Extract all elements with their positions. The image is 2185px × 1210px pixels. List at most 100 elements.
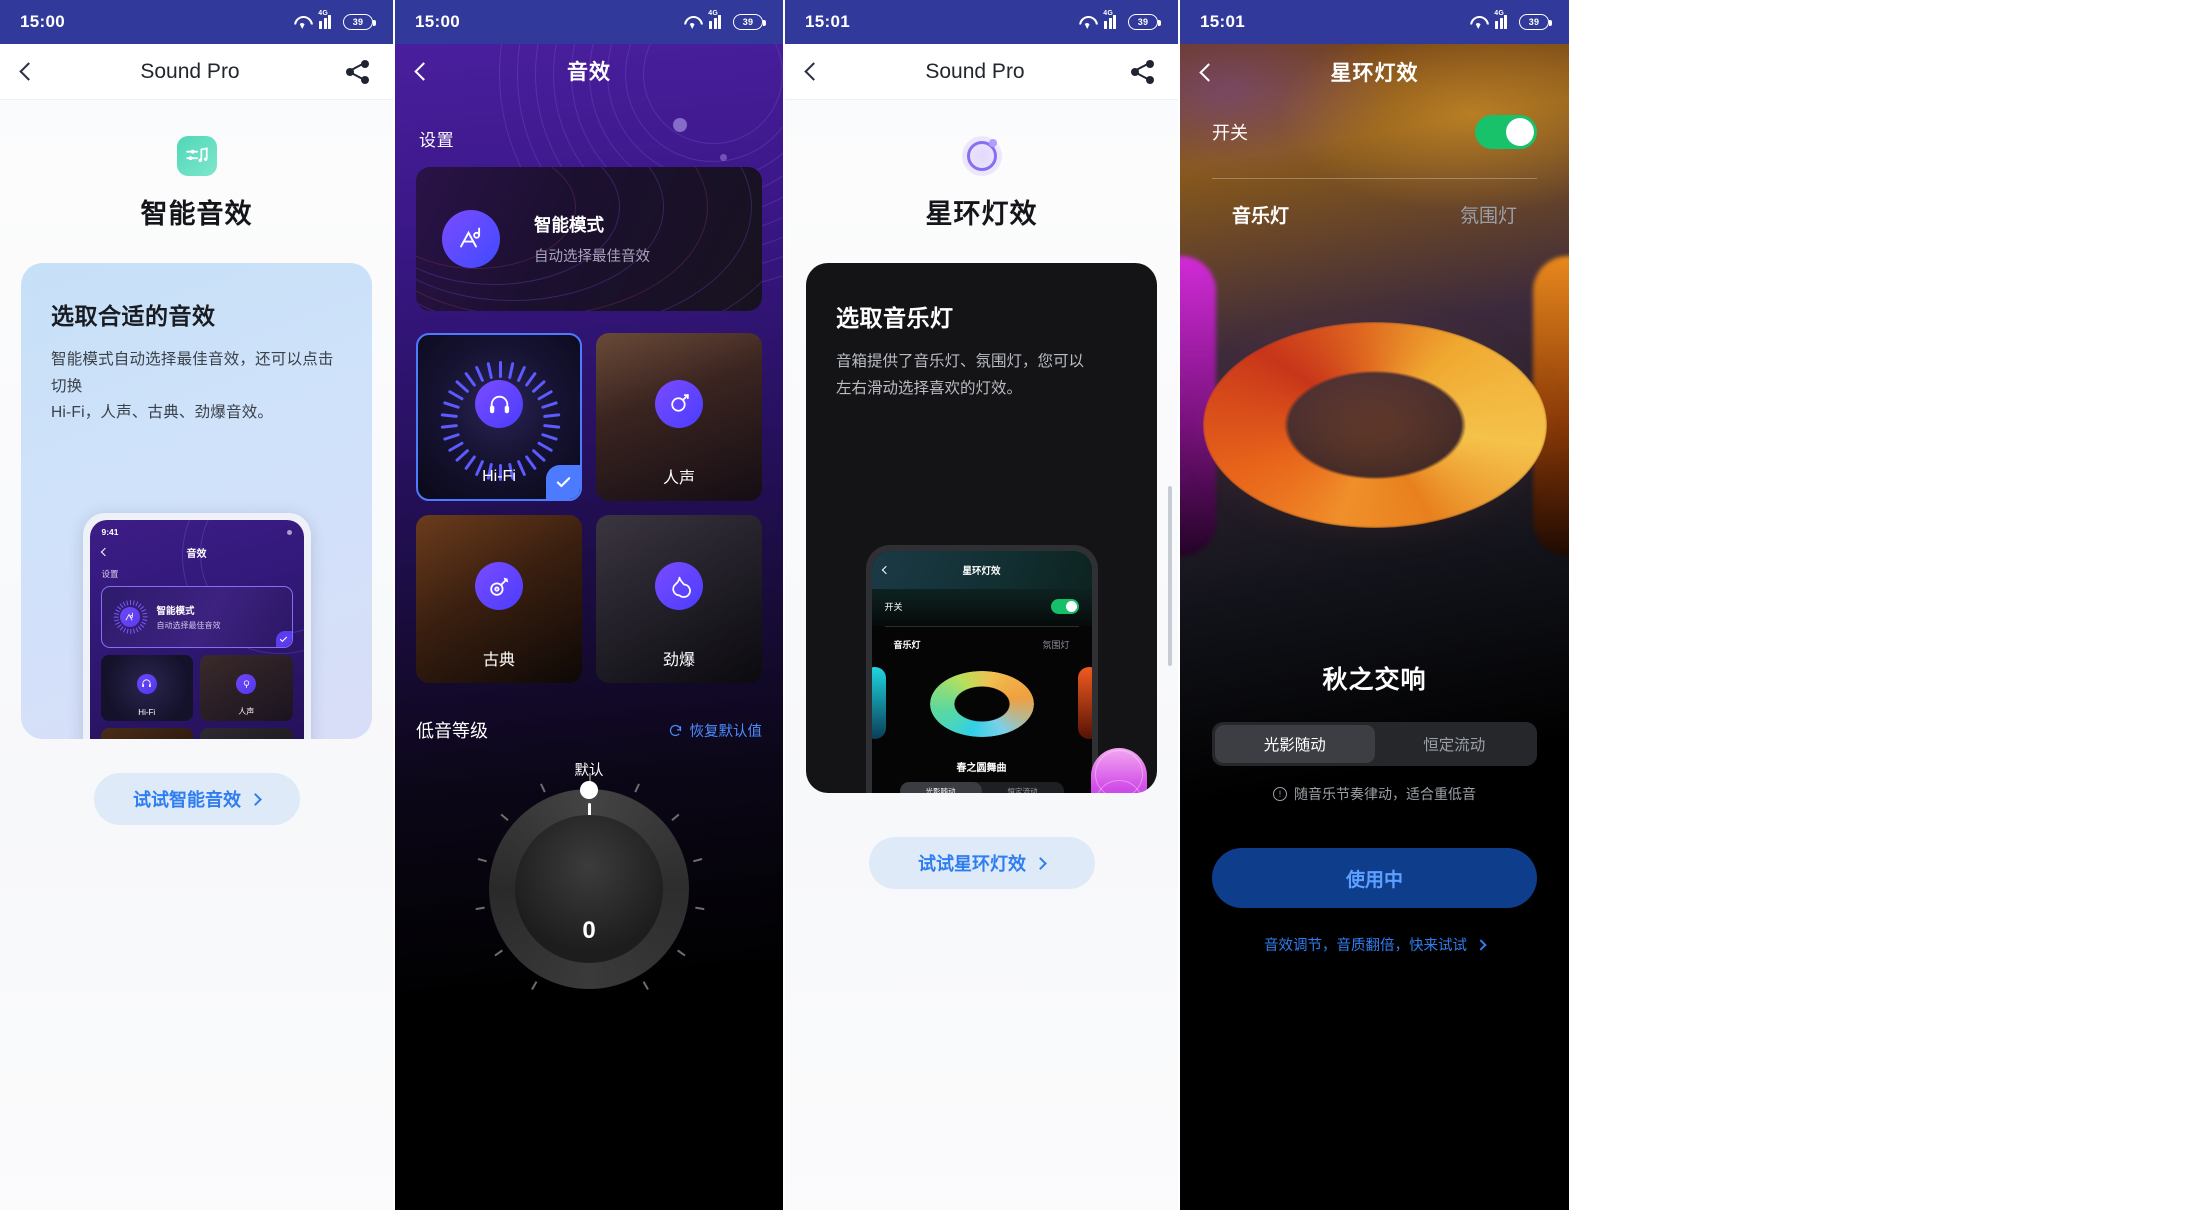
status-bar: 15:00 4G 39 [0, 0, 393, 44]
back-icon[interactable] [1199, 62, 1218, 82]
page-title: 星环灯效 [1330, 62, 1419, 85]
sound-tile-vocal[interactable]: 人声 [596, 333, 762, 501]
smart-mode-icon [113, 600, 148, 634]
mockup-tile-vocal: 人声 [200, 655, 293, 721]
card-description: 智能模式自动选择最佳音效，还可以点击切换 Hi-Fi，人声、古典、劲爆音效。 [51, 347, 342, 427]
mockup-seg-active: 光影随动 [899, 782, 982, 793]
battery-level: 39 [742, 17, 754, 27]
battery-level: 39 [1528, 17, 1540, 27]
decorative-orb [673, 118, 687, 132]
signal-icon: 4G [1494, 10, 1512, 29]
smart-mode-subtitle: 自动选择最佳音效 [534, 249, 650, 265]
mockup-light-stage [871, 657, 1092, 753]
mockup-segmented-control: 光影随动 恒定流动 [899, 782, 1064, 794]
network-type-label: 4G [1494, 10, 1505, 17]
smart-mode-card[interactable]: 智能模式 自动选择最佳音效 [416, 167, 762, 311]
page-body: 音效 设置 智能模式 自动选择最佳音效 Hi-Fi 人声 古典 劲爆 低音等级 … [395, 44, 783, 1210]
light-mode-tabs: 音乐灯 氛围灯 [1180, 179, 1569, 228]
sound-tile-hifi[interactable]: Hi-Fi [416, 333, 582, 501]
mockup-title: 音效 [186, 548, 207, 560]
page-title: 音效 [567, 61, 611, 84]
mockup-song-title: 春之圆舞曲 [956, 763, 1007, 774]
footer-link-text: 音效调节，音质翻倍，快来试试 [1264, 938, 1467, 954]
knob-handle[interactable] [580, 781, 598, 799]
signal-icon: 4G [318, 10, 336, 29]
mockup-nav: 音效 [90, 544, 304, 560]
battery-icon: 39 [1128, 14, 1161, 30]
mockup-switch-label: 开关 [884, 602, 903, 612]
knob-value: 0 [582, 917, 596, 944]
scrollbar[interactable] [1168, 486, 1172, 666]
mockup-tabs: 音乐灯 氛围灯 [872, 627, 1092, 651]
page-body: 星环灯效 选取音乐灯 音箱提供了音乐灯、氛围灯，您可以 左右滑动选择喜欢的灯效。… [785, 136, 1178, 1210]
mockup-tile-classic: 古典 [100, 728, 193, 739]
back-icon[interactable] [804, 62, 823, 81]
mockup-side-glow-left [871, 667, 886, 739]
back-icon[interactable] [414, 61, 433, 81]
restore-label: 恢复默认值 [689, 723, 763, 740]
cta-label: 试试星环灯效 [918, 854, 1026, 874]
try-smart-sound-button[interactable]: 试试智能音效 [93, 773, 300, 825]
bass-level-header: 低音等级 恢复默认值 [416, 717, 762, 743]
bass-knob-area: 默认 0 [395, 759, 783, 990]
share-icon[interactable] [1130, 59, 1156, 85]
cta-label: 试试智能音效 [133, 790, 241, 810]
network-type-label: 4G [1103, 10, 1114, 17]
in-use-button[interactable]: 使用中 [1212, 848, 1537, 908]
bass-knob[interactable]: 0 [475, 773, 705, 990]
effect-hint-text: 随音乐节奏律动，适合重低音 [1294, 786, 1476, 802]
equalizer-music-icon [176, 136, 217, 176]
restore-default-button[interactable]: 恢复默认值 [668, 720, 763, 741]
card-title: 选取音乐灯 [836, 305, 954, 331]
card-desc-line1: 音箱提供了音乐灯、氛围灯，您可以 [836, 353, 1085, 370]
chevron-right-icon [1475, 938, 1487, 951]
try-ring-light-button[interactable]: 试试星环灯效 [868, 837, 1095, 889]
battery-level: 39 [1137, 17, 1149, 27]
segment-dynamic[interactable]: 光影随动 [1215, 725, 1375, 763]
segment-steady[interactable]: 恒定流动 [1375, 725, 1535, 763]
status-time: 15:00 [20, 12, 65, 31]
status-time: 15:01 [805, 12, 850, 31]
nav-bar: Sound Pro [785, 44, 1178, 100]
color-picker-strip[interactable] [1091, 748, 1147, 793]
sound-tuning-link[interactable]: 音效调节，音质翻倍，快来试试 [1180, 934, 1569, 955]
sound-tile-bass[interactable]: 劲爆 [596, 515, 762, 683]
intro-card: 选取音乐灯 音箱提供了音乐灯、氛围灯，您可以 左右滑动选择喜欢的灯效。 星环灯效… [806, 263, 1157, 793]
ring-light-icon [961, 136, 1002, 176]
wifi-icon [683, 15, 702, 29]
sound-tile-classic[interactable]: 古典 [416, 515, 582, 683]
battery-icon: 39 [733, 14, 766, 30]
back-icon[interactable] [19, 62, 38, 81]
light-preview-stage [1180, 236, 1569, 656]
mockup-tile-label: Hi-Fi [138, 708, 156, 717]
card-desc-line2: 左右滑动选择喜欢的灯效。 [836, 379, 1023, 397]
panel-ring-light-intro: 15:01 4G 39 Sound Pro 星环灯效 选取音乐灯 音箱提供了音乐… [785, 0, 1178, 1210]
wifi-icon [1078, 15, 1097, 29]
effect-hint: ! 随音乐节奏律动，适合重低音 [1180, 784, 1569, 804]
mockup-nav: 星环灯效 [871, 551, 1092, 589]
page-body: 星环灯效 开关 音乐灯 氛围灯 秋之交响 光影随动 恒定流动 ! 随音乐节奏律动… [1180, 44, 1569, 1210]
panel-ring-light-settings: 15:01 4G 39 星环灯效 开关 音乐灯 氛围灯 秋之交响 光影随动 恒定… [1180, 0, 1569, 1210]
sound-tile-label: 古典 [482, 652, 515, 669]
mockup-switch-row: 开关 [871, 589, 1092, 626]
share-icon[interactable] [345, 59, 371, 85]
nav-bar: 星环灯效 [1180, 44, 1569, 100]
mockup-tile-bass: 劲爆 [200, 728, 293, 739]
page-title: Sound Pro [140, 59, 240, 83]
signal-icon: 4G [708, 10, 726, 29]
tab-music-light[interactable]: 音乐灯 [1232, 201, 1289, 228]
card-title: 选取合适的音效 [51, 303, 216, 329]
mockup-light-ring [929, 671, 1034, 737]
nav-bar: Sound Pro [0, 44, 393, 100]
mockup-time: 9:41 [101, 527, 119, 537]
mockup-seg-inactive: 恒定流动 [1007, 786, 1038, 794]
microphone-icon [655, 380, 703, 428]
network-type-label: 4G [318, 10, 329, 17]
mockup-tab-active: 音乐灯 [893, 640, 921, 650]
tab-ambient-light[interactable]: 氛围灯 [1460, 201, 1517, 228]
headphone-icon [475, 380, 523, 428]
mockup-back-icon [881, 565, 890, 575]
info-icon: ! [1273, 787, 1287, 801]
knob-inner: 0 [515, 815, 663, 963]
power-toggle[interactable] [1475, 115, 1537, 149]
